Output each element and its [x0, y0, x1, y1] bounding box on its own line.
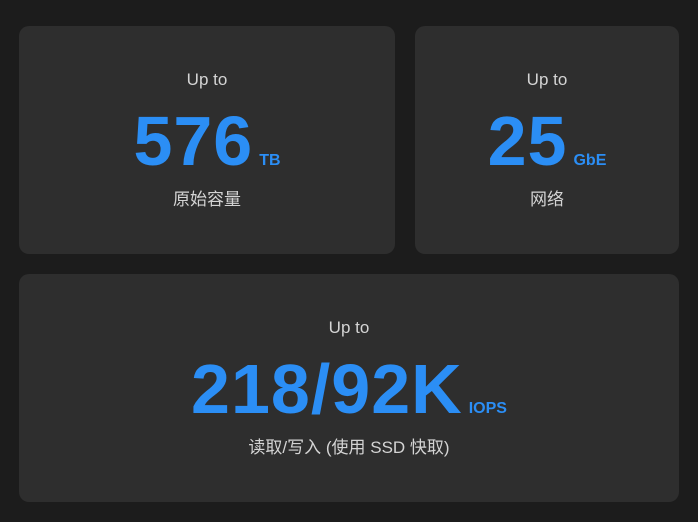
- spec-card-iops: Up to 218/92K IOPS 读取/写入 (使用 SSD 快取): [19, 274, 679, 502]
- card-caption: 网络: [530, 190, 564, 209]
- card-value: 218/92K: [191, 350, 463, 428]
- card-prefix: Up to: [186, 70, 228, 89]
- card-unit: GbE: [573, 152, 607, 169]
- card-unit: IOPS: [468, 400, 507, 417]
- card-value-row: 25 GbE: [415, 106, 679, 176]
- card-unit: TB: [259, 152, 281, 169]
- card-value-row: 576 TB: [19, 106, 395, 176]
- card-caption: 读取/写入 (使用 SSD 快取): [248, 438, 450, 457]
- card-prefix: Up to: [328, 318, 370, 337]
- card-value: 25: [487, 102, 568, 180]
- card-value: 576: [133, 102, 254, 180]
- spec-card-raw-capacity: Up to 576 TB 原始容量: [19, 26, 395, 254]
- card-value-row: 218/92K IOPS: [19, 354, 679, 424]
- card-caption: 原始容量: [173, 190, 241, 209]
- spec-card-network: Up to 25 GbE 网络: [415, 26, 679, 254]
- card-prefix: Up to: [526, 70, 568, 89]
